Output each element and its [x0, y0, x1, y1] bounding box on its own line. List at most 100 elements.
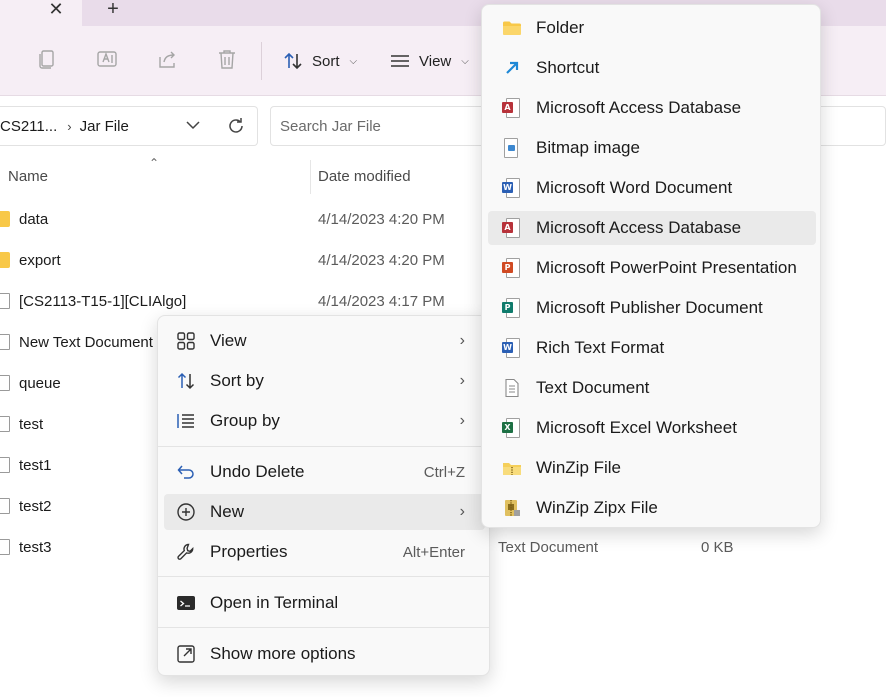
- access-icon: A: [502, 218, 522, 238]
- chevron-right-icon: ›: [459, 372, 465, 389]
- new-item-bitmap-image[interactable]: Bitmap image: [488, 131, 816, 165]
- breadcrumb-parent[interactable]: CS211...: [0, 118, 57, 135]
- text-file-icon: [0, 375, 10, 391]
- breadcrumb-separator-icon: ›: [67, 118, 72, 134]
- menu-item-undo-delete[interactable]: Undo Delete Ctrl+Z: [164, 454, 485, 490]
- file-name: export: [19, 251, 61, 269]
- new-item-winzip-file[interactable]: WinZip File: [488, 451, 816, 485]
- folder-icon: [0, 211, 10, 227]
- file-row[interactable]: data 4/14/2023 4:20 PM: [0, 204, 480, 234]
- publisher-icon: P: [502, 298, 522, 318]
- chevron-down-icon: ⌵: [349, 55, 358, 67]
- menu-item-label: Show more options: [210, 644, 356, 663]
- refresh-icon[interactable]: [226, 116, 246, 136]
- menu-item-label: New: [210, 502, 245, 521]
- breadcrumb-current[interactable]: Jar File: [80, 118, 129, 135]
- powerpoint-icon: P: [502, 258, 522, 278]
- copy-icon[interactable]: [36, 48, 62, 74]
- sort-label: Sort: [312, 52, 340, 70]
- file-row[interactable]: [CS2113-T15-1][CLIAlgo] 4/14/2023 4:17 PM: [0, 286, 480, 316]
- file-type-cell: Text Document: [498, 539, 599, 556]
- file-date-modified: 4/14/2023 4:20 PM: [318, 251, 445, 269]
- chevron-right-icon: ›: [459, 503, 465, 520]
- submenu-item-label: Microsoft Access Database: [536, 218, 742, 237]
- new-item-access-database[interactable]: A Microsoft Access Database: [488, 91, 816, 125]
- new-item-powerpoint-presentation[interactable]: P Microsoft PowerPoint Presentation: [488, 251, 816, 285]
- file-name: test2: [19, 497, 52, 515]
- text-file-icon: [0, 498, 10, 514]
- sort-icon: [176, 371, 196, 391]
- file-row[interactable]: export 4/14/2023 4:20 PM: [0, 245, 480, 275]
- submenu-item-label: Microsoft Excel Worksheet: [536, 418, 737, 437]
- access-icon: A: [502, 98, 522, 118]
- sort-button[interactable]: Sort ⌵: [282, 48, 357, 74]
- new-item-publisher-document[interactable]: P Microsoft Publisher Document: [488, 291, 816, 325]
- address-bar[interactable]: CS211... › Jar File: [0, 106, 258, 146]
- menu-item-label: Properties: [210, 542, 288, 561]
- submenu-item-label: Microsoft PowerPoint Presentation: [536, 258, 797, 277]
- submenu-item-label: Microsoft Word Document: [536, 178, 733, 197]
- file-name: New Text Document: [19, 333, 153, 351]
- new-tab-icon[interactable]: +: [102, 0, 124, 20]
- view-lines-icon: [391, 55, 409, 67]
- menu-item-group-by[interactable]: Group by ›: [164, 403, 485, 439]
- column-header-name[interactable]: Name: [8, 168, 48, 185]
- submenu-item-label: Microsoft Publisher Document: [536, 298, 763, 317]
- menu-separator: [158, 446, 489, 447]
- rename-icon[interactable]: [96, 48, 122, 74]
- address-history-chevron-icon[interactable]: [185, 117, 201, 133]
- rtf-icon: W: [502, 338, 522, 358]
- wrench-icon: [176, 542, 196, 562]
- file-date-modified: 4/14/2023 4:20 PM: [318, 210, 445, 228]
- winzip-icon: [502, 458, 522, 478]
- file-name: test: [19, 415, 44, 433]
- new-item-word-document[interactable]: W Microsoft Word Document: [488, 171, 816, 205]
- submenu-item-label: WinZip Zipx File: [536, 498, 658, 517]
- new-icon: [176, 502, 196, 522]
- submenu-item-label: Microsoft Access Database: [536, 98, 742, 117]
- file-name: data: [19, 210, 49, 228]
- grid-icon: [176, 331, 196, 351]
- file-date-modified: 4/14/2023 4:17 PM: [318, 292, 445, 310]
- menu-item-open-in-terminal[interactable]: Open in Terminal: [164, 585, 485, 621]
- menu-shortcut: Alt+Enter: [402, 543, 465, 561]
- text-file-icon: [0, 416, 10, 432]
- group-icon: [176, 411, 196, 431]
- share-icon[interactable]: [156, 48, 182, 74]
- new-item-winzip-zipx-file[interactable]: WinZip Zipx File: [488, 491, 816, 525]
- close-tab-icon[interactable]: ✕: [46, 0, 66, 20]
- column-divider[interactable]: [310, 160, 311, 194]
- new-item-folder[interactable]: Folder: [488, 11, 816, 45]
- menu-separator: [158, 627, 489, 628]
- submenu-item-label: Folder: [536, 18, 585, 37]
- new-item-rich-text-format[interactable]: W Rich Text Format: [488, 331, 816, 365]
- file-name: [CS2113-T15-1][CLIAlgo]: [19, 292, 187, 310]
- word-icon: W: [502, 178, 522, 198]
- menu-item-view[interactable]: View ›: [164, 323, 485, 359]
- menu-item-new[interactable]: New ›: [164, 494, 485, 530]
- menu-item-label: Open in Terminal: [210, 593, 339, 612]
- new-item-excel-worksheet[interactable]: X Microsoft Excel Worksheet: [488, 411, 816, 445]
- chevron-down-icon: ⌵: [461, 55, 469, 67]
- view-button[interactable]: View ⌵: [389, 48, 469, 74]
- file-size-cell: 0 KB: [701, 539, 734, 556]
- view-label: View: [419, 52, 452, 70]
- sort-ascending-caret-icon: ⌃: [149, 156, 160, 170]
- delete-icon[interactable]: [216, 48, 242, 74]
- more-options-icon: [176, 644, 196, 664]
- undo-icon: [176, 462, 196, 482]
- menu-item-sort-by[interactable]: Sort by ›: [164, 363, 485, 399]
- menu-item-properties[interactable]: Properties Alt+Enter: [164, 534, 485, 570]
- column-header-date-modified[interactable]: Date modified: [318, 168, 411, 185]
- active-tab[interactable]: [0, 0, 82, 26]
- menu-item-show-more-options[interactable]: Show more options: [164, 636, 485, 672]
- new-item-text-document[interactable]: Text Document: [488, 371, 816, 405]
- file-name: test3: [19, 538, 52, 556]
- file-name: queue: [19, 374, 61, 392]
- new-item-shortcut[interactable]: Shortcut: [488, 51, 816, 85]
- shortcut-icon: [502, 58, 522, 78]
- menu-item-label: Group by: [210, 411, 280, 430]
- new-item-access-database-2[interactable]: A Microsoft Access Database: [488, 211, 816, 245]
- sort-arrows-icon: [284, 52, 302, 70]
- chevron-right-icon: ›: [459, 332, 465, 349]
